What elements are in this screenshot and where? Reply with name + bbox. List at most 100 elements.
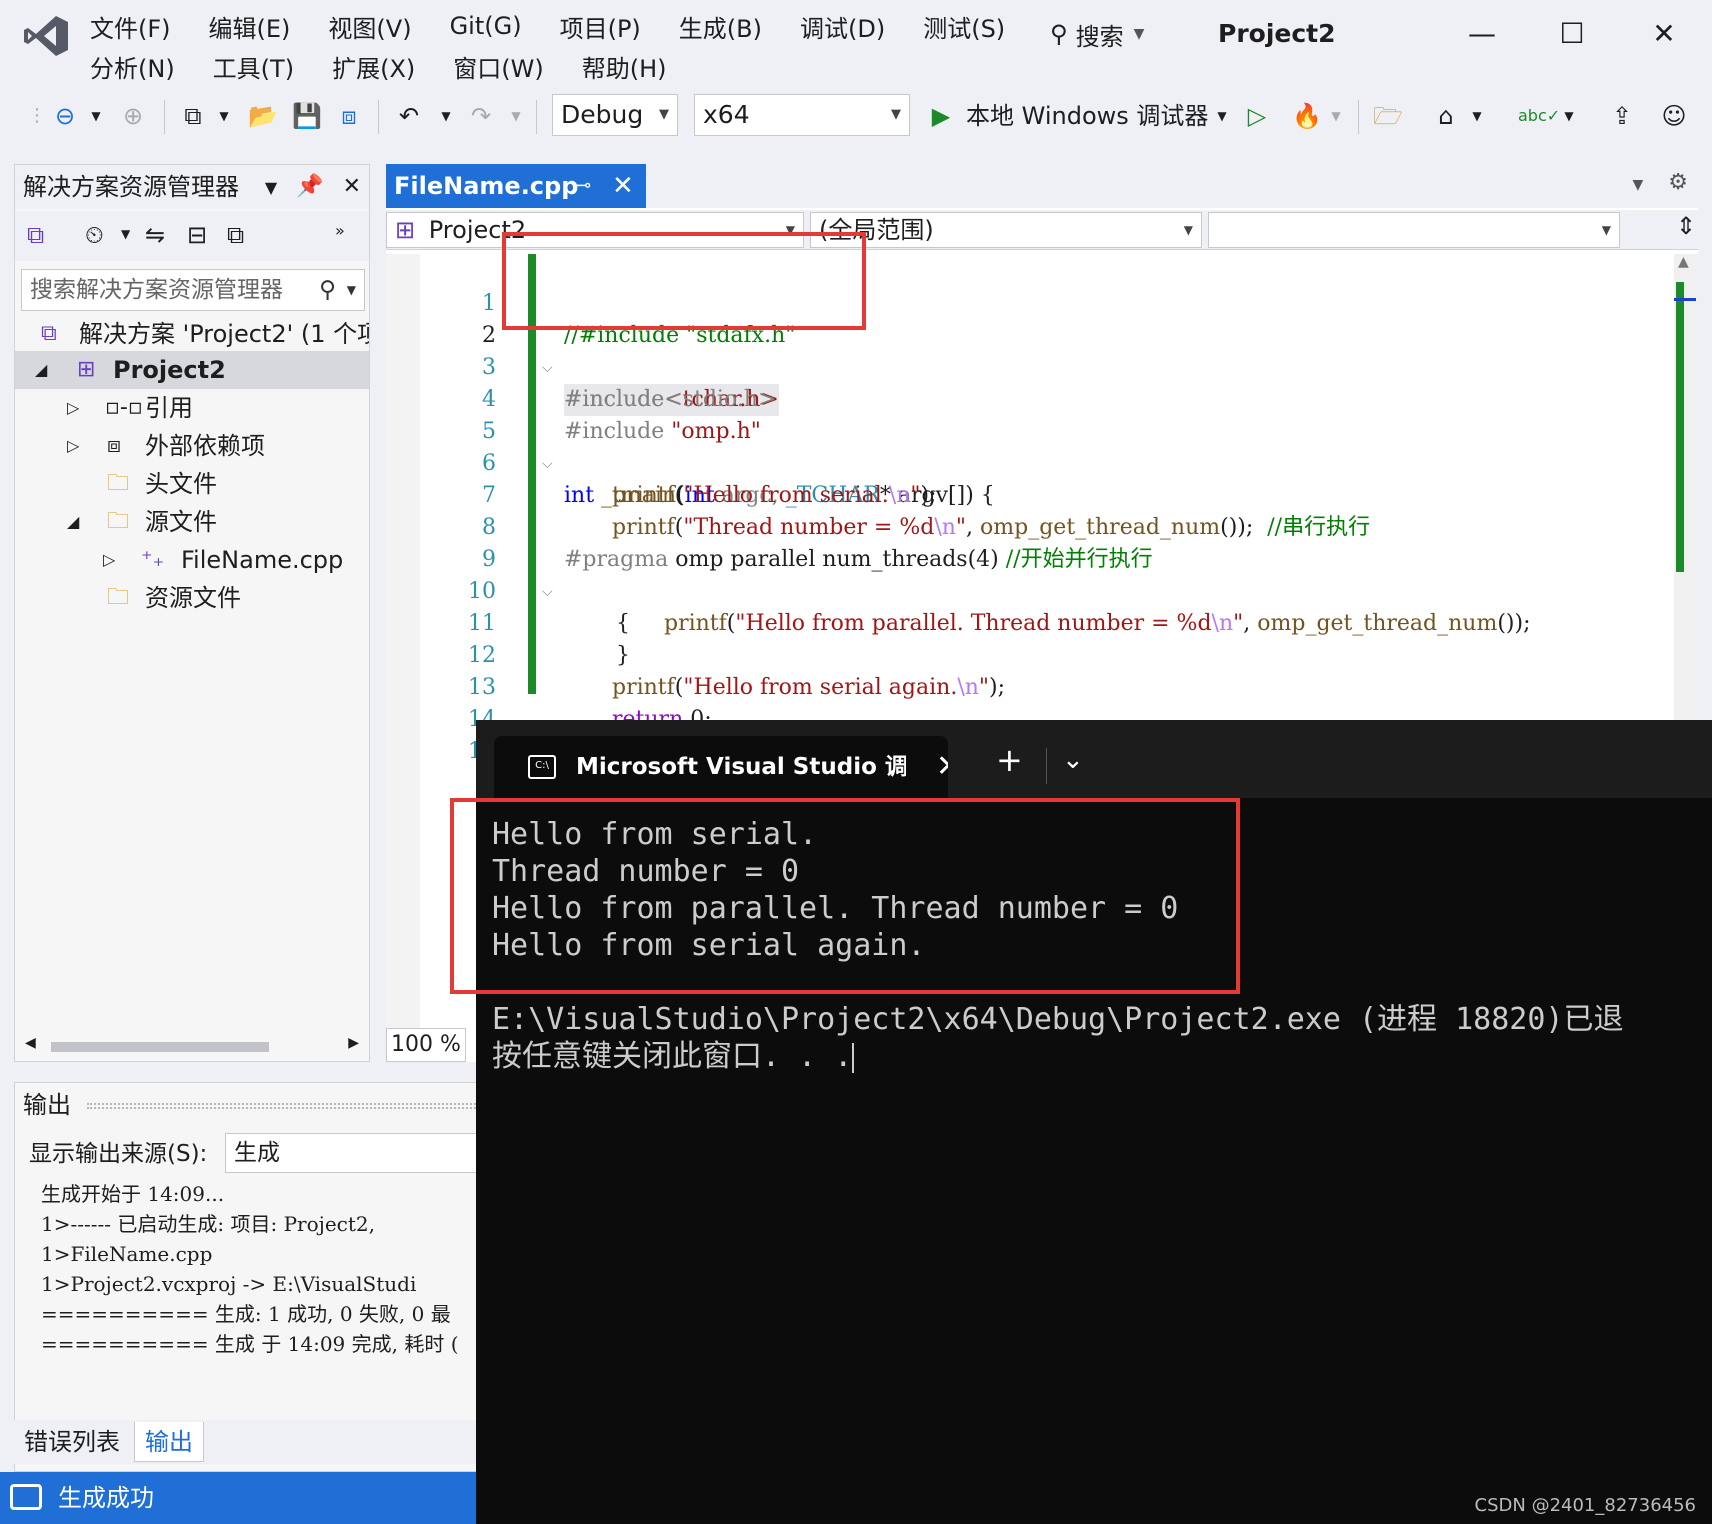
menu-project[interactable]: 项目(P) (560, 9, 641, 44)
sync-with-document-icon[interactable]: ⇋ (145, 221, 165, 249)
menu-analyze[interactable]: 分析(N) (90, 49, 175, 84)
tab-dropdown-chevron-icon[interactable]: ⌄ (1062, 738, 1084, 782)
tree-item-resource-files[interactable]: 🗀 资源文件 (15, 579, 369, 617)
close-panel-icon[interactable]: ✕ (343, 174, 361, 199)
save-all-icon[interactable]: ⧈ (332, 98, 366, 134)
publish-dropdown-icon[interactable]: ▼ (1468, 98, 1486, 134)
output-source-value: 生成 (234, 1140, 280, 1166)
menu-debug[interactable]: 调试(D) (800, 9, 885, 44)
tab-error-list[interactable]: 错误列表 (14, 1422, 130, 1462)
scroll-left-icon[interactable]: ◀ (25, 1035, 36, 1051)
tree-item-header-files[interactable]: 🗀 头文件 (15, 465, 369, 503)
start-debugging-icon[interactable]: ▶ (926, 98, 956, 134)
horizontal-scrollbar[interactable]: ◀ ▶ (15, 1031, 369, 1061)
undo-dropdown-icon[interactable]: ▼ (436, 98, 456, 134)
solution-search-input[interactable]: 搜索解决方案资源管理器 ⚲ ▼ (21, 269, 365, 311)
tree-item-solution[interactable]: ⧉ 解决方案 'Project2' (1 个项 (15, 315, 369, 353)
menu-extensions[interactable]: 扩展(X) (332, 49, 415, 84)
solution-platform-select[interactable]: x64 ▼ (694, 94, 910, 136)
redo-dropdown-icon[interactable]: ▼ (506, 98, 526, 134)
tree-item-external-dependencies[interactable]: ▷ ⧈ 外部依赖项 (15, 427, 369, 465)
close-tab-icon[interactable]: ✕ (936, 736, 948, 798)
tree-item-filename-cpp[interactable]: ▷ ⁺₊ FileName.cpp (15, 541, 369, 579)
chevron-down-icon: ▼ (1183, 223, 1193, 237)
tab-debug-console[interactable]: C:\ Microsoft Visual Studio 调试控制台 ✕ (494, 736, 948, 798)
scrollbar-thumb[interactable] (51, 1042, 269, 1052)
solution-search-placeholder: 搜索解决方案资源管理器 (30, 277, 283, 303)
search-button[interactable]: ⚲ 搜索 ▼ (1050, 14, 1144, 54)
panel-drag-grip[interactable] (87, 1103, 483, 1109)
panel-menu-icon[interactable]: ▼ (265, 178, 277, 197)
menu-help[interactable]: 帮助(H) (582, 49, 667, 84)
global-scope-select[interactable]: (全局范围) ▼ (810, 212, 1202, 248)
output-panel: 输出 显示输出来源(S): 生成 生成开始于 14:09... 1>------… (14, 1082, 484, 1472)
new-dropdown-icon[interactable]: ▼ (214, 98, 234, 134)
undo-icon[interactable]: ↶ (392, 98, 426, 134)
tree-item-project[interactable]: ◢ ⊞ Project2 (15, 351, 369, 389)
collapsed-arrow-icon[interactable]: ▷ (67, 389, 79, 427)
hot-reload-icon[interactable]: 🔥 (1290, 98, 1324, 134)
pin-icon[interactable]: 📌 (296, 174, 323, 199)
spell-check-dropdown-icon[interactable]: ▼ (1560, 98, 1578, 134)
tab-filename-cpp[interactable]: FileName.cpp ⊸ ✕ (386, 164, 646, 208)
tab-output[interactable]: 输出 (134, 1422, 204, 1462)
menu-test[interactable]: 测试(S) (923, 9, 1005, 44)
toolbar-separator (536, 100, 537, 134)
live-share-icon[interactable]: ☺ (1656, 98, 1692, 134)
expanded-arrow-icon[interactable]: ◢ (67, 503, 79, 541)
switch-views-icon[interactable]: ⧉ (27, 221, 44, 249)
tree-item-label: 引用 (145, 394, 193, 422)
hot-reload-dropdown-icon[interactable]: ▼ (1326, 98, 1346, 134)
debugger-dropdown-icon[interactable]: ▼ (1212, 98, 1232, 134)
scroll-right-icon[interactable]: ▶ (348, 1035, 359, 1051)
start-debugger-button[interactable]: 本地 Windows 调试器 (966, 98, 1208, 134)
filter-folder-icon: 🗀 (107, 471, 130, 496)
close-tab-icon[interactable]: ✕ (612, 164, 634, 208)
output-line: 生成开始于 14:09... (41, 1182, 225, 1206)
menu-git[interactable]: Git(G) (450, 12, 522, 40)
filter-dropdown-icon[interactable]: ▼ (121, 227, 130, 241)
solution-configuration-select[interactable]: Debug ▼ (552, 94, 678, 136)
menu-view[interactable]: 视图(V) (328, 9, 411, 44)
menu-file[interactable]: 文件(F) (90, 9, 171, 44)
collapsed-arrow-icon[interactable]: ▷ (103, 541, 115, 579)
more-tools-icon[interactable]: » (335, 221, 345, 240)
navigate-forward-icon[interactable]: ⊕ (116, 98, 150, 134)
maximize-button[interactable]: ☐ (1552, 14, 1592, 54)
output-source-select[interactable]: 生成 (225, 1133, 483, 1173)
spell-check-icon[interactable]: abc✓ (1518, 98, 1560, 134)
split-editor-icon[interactable]: ⇕ (1676, 212, 1696, 240)
tree-item-source-files[interactable]: ◢ 🗀 源文件 (15, 503, 369, 541)
publish-icon[interactable]: ⌂ (1428, 98, 1464, 134)
menu-edit[interactable]: 编辑(E) (209, 9, 291, 44)
menu-window[interactable]: 窗口(W) (453, 49, 543, 84)
close-window-button[interactable]: ✕ (1644, 14, 1684, 54)
collapsed-arrow-icon[interactable]: ▷ (67, 427, 79, 465)
pending-changes-filter-icon[interactable]: ⏲ (85, 221, 104, 249)
share-icon[interactable]: ⇪ (1604, 98, 1640, 134)
tree-item-references[interactable]: ▷ ▫‑▫ 引用 (15, 389, 369, 427)
find-in-files-icon[interactable]: 🗁 (1370, 98, 1406, 134)
collapse-all-icon[interactable]: ⊟ (187, 221, 207, 249)
member-select[interactable]: ▼ (1208, 212, 1620, 248)
back-dropdown-icon[interactable]: ▼ (86, 98, 106, 134)
redo-icon[interactable]: ↷ (464, 98, 498, 134)
save-icon[interactable]: 💾 (290, 98, 324, 134)
open-folder-icon[interactable]: 📂 (246, 98, 280, 134)
gear-icon[interactable]: ⚙ (1668, 170, 1688, 195)
menu-tools[interactable]: 工具(T) (213, 49, 294, 84)
start-without-debugging-icon[interactable]: ▷ (1240, 98, 1274, 134)
navigate-back-icon[interactable]: ⊖ (48, 98, 82, 134)
notification-icon[interactable] (10, 1484, 42, 1510)
scroll-up-icon[interactable]: ▲ (1678, 254, 1689, 270)
new-tab-button[interactable]: + (996, 738, 1023, 782)
pin-tab-icon[interactable]: ⊸ (576, 164, 591, 208)
minimize-button[interactable]: — (1462, 14, 1502, 54)
tab-list-dropdown-icon[interactable]: ▼ (1632, 177, 1643, 193)
toolbar-separator (164, 100, 165, 134)
expanded-arrow-icon[interactable]: ◢ (35, 351, 47, 389)
show-all-files-icon[interactable]: ⧉ (227, 221, 244, 249)
new-project-icon[interactable]: ⧉ (176, 98, 210, 134)
menu-build[interactable]: 生成(B) (679, 9, 762, 44)
zoom-level-select[interactable]: 100 % (386, 1028, 466, 1062)
